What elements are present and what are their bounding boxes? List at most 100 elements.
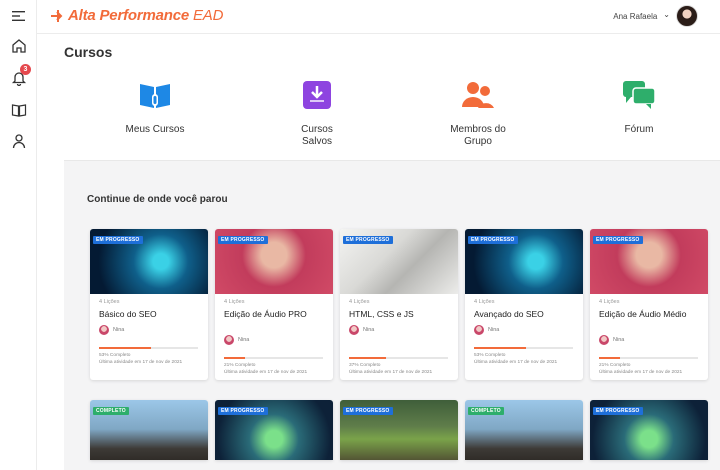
course-card[interactable]: EM PROGRESSO — [340, 400, 458, 460]
section-title: Continue de onde você parou — [87, 194, 228, 205]
course-card[interactable]: EM PROGRESSO 4 Lições Básico do SEO Nina… — [90, 229, 208, 380]
course-thumbnail: EM PROGRESSO — [90, 229, 208, 294]
avatar — [474, 325, 484, 335]
last-activity: Última atividade em 17 de nov de 2021 — [349, 370, 433, 375]
page-title: Cursos — [64, 44, 113, 60]
continue-section: Continue de onde você parou EM PROGRESSO… — [64, 160, 720, 470]
group-icon — [458, 78, 498, 112]
brand-name: Alta Performance EAD — [68, 7, 224, 24]
course-thumbnail: EM PROGRESSO — [465, 229, 583, 294]
shortcut-label: Membros do Grupo — [450, 124, 506, 147]
last-activity: Última atividade em 17 de nov de 2021 — [99, 360, 183, 365]
shortcut-my-courses[interactable]: Meus Cursos — [100, 78, 210, 136]
course-title[interactable]: Básico do SEO — [99, 309, 201, 319]
shortcut-label: Cursos Salvos — [301, 124, 333, 147]
course-title[interactable]: HTML, CSS e JS — [349, 309, 451, 319]
progress-text: 53% Completo — [474, 353, 506, 358]
avatar — [99, 325, 109, 335]
progress-fill — [599, 357, 620, 359]
chevron-down-icon: ⌄ — [663, 9, 670, 19]
chat-icon — [619, 78, 659, 112]
status-badge: EM PROGRESSO — [468, 236, 518, 244]
book-icon — [135, 78, 175, 112]
course-title[interactable]: Edição de Áudio PRO — [224, 309, 326, 319]
avatar — [349, 325, 359, 335]
open-book-icon[interactable] — [9, 100, 29, 120]
shortcut-group-members[interactable]: Membros do Grupo — [423, 78, 533, 148]
status-badge: EM PROGRESSO — [93, 236, 143, 244]
progress-text: 37% Completo — [349, 363, 381, 368]
last-activity: Última atividade em 17 de nov de 2021 — [224, 370, 308, 375]
download-icon — [297, 78, 337, 112]
course-thumbnail: COMPLETO — [90, 400, 208, 460]
course-card[interactable]: COMPLETO — [90, 400, 208, 460]
course-title[interactable]: Edição de Áudio Médio — [599, 309, 701, 319]
course-thumbnail: COMPLETO — [465, 400, 583, 460]
avatar — [599, 335, 609, 345]
status-badge: EM PROGRESSO — [593, 407, 643, 415]
last-activity: Última atividade em 17 de nov de 2021 — [474, 360, 558, 365]
course-card[interactable]: EM PROGRESSO — [215, 400, 333, 460]
progress-fill — [224, 357, 245, 359]
top-bar: Alta Performance EAD Ana Rafaela ⌄ — [37, 0, 720, 34]
progress-bar — [599, 357, 698, 359]
status-badge: EM PROGRESSO — [593, 236, 643, 244]
course-thumbnail: EM PROGRESSO — [215, 229, 333, 294]
progress-fill — [474, 347, 527, 349]
progress-bar — [474, 347, 573, 349]
status-badge: EM PROGRESSO — [218, 236, 268, 244]
lesson-count: 4 Lições — [474, 299, 495, 305]
course-author: Nina — [224, 335, 249, 345]
course-card[interactable]: EM PROGRESSO 4 Lições Avançado do SEO Ni… — [465, 229, 583, 380]
notification-badge: 3 — [20, 64, 31, 75]
menu-icon[interactable] — [9, 6, 29, 26]
lesson-count: 4 Lições — [99, 299, 120, 305]
sidebar: 3 — [0, 0, 37, 470]
last-activity: Última atividade em 17 de nov de 2021 — [599, 370, 683, 375]
course-thumbnail: EM PROGRESSO — [340, 400, 458, 460]
home-icon[interactable] — [9, 36, 29, 56]
progress-bar — [99, 347, 198, 349]
course-card[interactable]: COMPLETO — [465, 400, 583, 460]
status-badge: EM PROGRESSO — [343, 236, 393, 244]
shortcut-saved-courses[interactable]: Cursos Salvos — [262, 78, 372, 148]
user-icon[interactable] — [9, 131, 29, 151]
course-card[interactable]: EM PROGRESSO 4 Lições Edição de Áudio Mé… — [590, 229, 708, 380]
avatar — [224, 335, 234, 345]
course-author: Nina — [99, 325, 124, 335]
status-badge: EM PROGRESSO — [218, 407, 268, 415]
course-card[interactable]: EM PROGRESSO — [590, 400, 708, 460]
lesson-count: 4 Lições — [349, 299, 370, 305]
progress-bar — [349, 357, 448, 359]
course-thumbnail: EM PROGRESSO — [340, 229, 458, 294]
brand-logo[interactable]: Alta Performance EAD — [51, 7, 223, 24]
course-card[interactable]: EM PROGRESSO 4 Lições HTML, CSS e JS Nin… — [340, 229, 458, 380]
logo-mark-icon — [51, 9, 63, 22]
course-title[interactable]: Avançado do SEO — [474, 309, 576, 319]
course-author: Nina — [349, 325, 374, 335]
shortcut-forum[interactable]: Fórum — [584, 78, 694, 136]
avatar[interactable] — [676, 5, 698, 27]
progress-fill — [349, 357, 386, 359]
status-badge: COMPLETO — [93, 407, 129, 415]
course-author: Nina — [599, 335, 624, 345]
status-badge: COMPLETO — [468, 407, 504, 415]
user-name: Ana Rafaela — [613, 11, 658, 21]
progress-fill — [99, 347, 152, 349]
course-thumbnail: EM PROGRESSO — [590, 229, 708, 294]
progress-text: 53% Completo — [99, 353, 131, 358]
user-menu[interactable]: Ana Rafaela ⌄ — [613, 5, 698, 27]
bell-icon[interactable]: 3 — [9, 64, 31, 88]
shortcut-label: Meus Cursos — [125, 124, 185, 135]
shortcut-label: Fórum — [624, 124, 654, 135]
course-author: Nina — [474, 325, 499, 335]
progress-bar — [224, 357, 323, 359]
status-badge: EM PROGRESSO — [343, 407, 393, 415]
lesson-count: 4 Lições — [599, 299, 620, 305]
course-thumbnail: EM PROGRESSO — [590, 400, 708, 460]
course-card[interactable]: EM PROGRESSO 4 Lições Edição de Áudio PR… — [215, 229, 333, 380]
course-thumbnail: EM PROGRESSO — [215, 400, 333, 460]
lesson-count: 4 Lições — [224, 299, 245, 305]
progress-text: 21% Completo — [599, 363, 631, 368]
progress-text: 21% Completo — [224, 363, 256, 368]
